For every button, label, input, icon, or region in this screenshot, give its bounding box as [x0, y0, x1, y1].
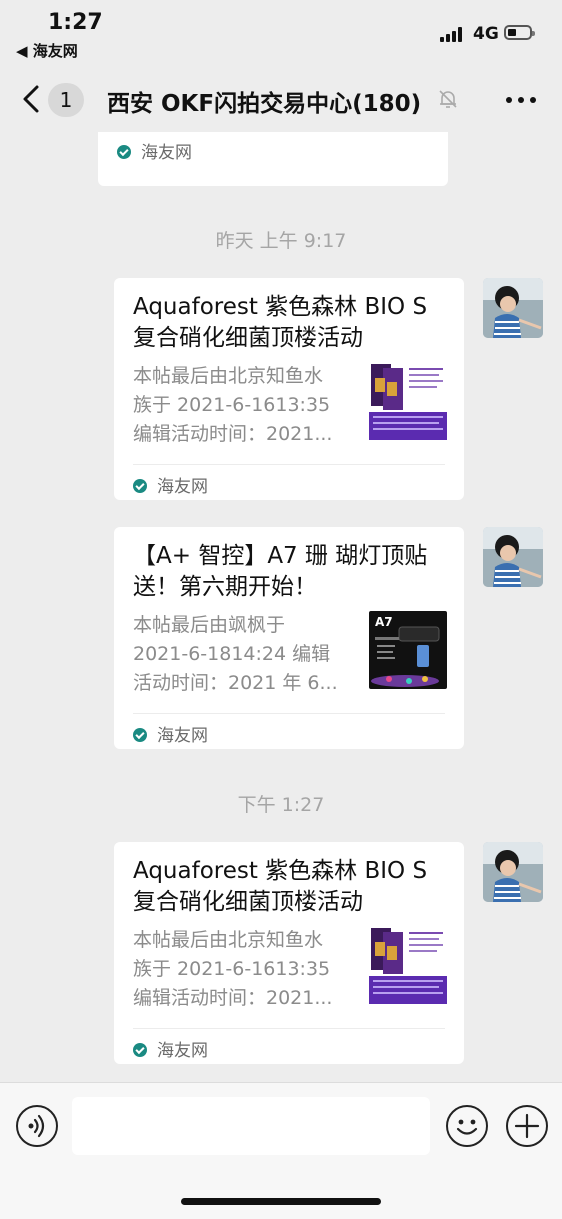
card-description: 本帖最后由北京知鱼水 族于 2021-6-1613:35 编辑活动时间：2021…: [133, 362, 353, 449]
card-title: Aquaforest 紫色森林 BIO S 复合硝化细菌顶楼活动: [133, 858, 428, 915]
product-thumbnail: [369, 926, 447, 1004]
avatar[interactable]: [483, 842, 543, 902]
product-thumbnail: [369, 362, 447, 440]
desc-line: 编辑活动时间：2021...: [133, 987, 333, 1009]
card-description: 本帖最后由飒枫于 2021-6-1814:24 编辑 活动时间：2021 年 6…: [133, 611, 353, 698]
back-to-app-link[interactable]: ◀ 海友网: [16, 40, 78, 61]
card-description: 本帖最后由北京知鱼水 族于 2021-6-1613:35 编辑活动时间：2021…: [133, 926, 353, 1013]
more-icon[interactable]: [506, 97, 536, 105]
home-indicator[interactable]: [181, 1198, 381, 1205]
unread-count-badge[interactable]: 1: [48, 83, 84, 117]
source-logo-icon: [133, 1043, 147, 1057]
chevron-left-icon[interactable]: [20, 84, 44, 114]
desc-line: 族于 2021-6-1613:35: [133, 394, 331, 416]
status-bar: 1:27 ◀ 海友网 4G: [0, 0, 562, 70]
chat-title: 西安 OKF闪拍交易中心(180): [107, 91, 422, 117]
product-thumbnail: A7: [369, 611, 447, 689]
timestamp: 昨天 上午 9:17: [215, 230, 347, 252]
message-input[interactable]: [72, 1097, 430, 1155]
message-card[interactable]: 【A+ 智控】A7 珊 瑚灯顶贴送！第六期开始！ 本帖最后由飒枫于 2021-6…: [114, 527, 464, 749]
status-time: 1:27: [48, 10, 103, 35]
card-source: 海友网: [133, 721, 208, 746]
source-label: 海友网: [157, 726, 208, 746]
voice-icon[interactable]: [16, 1105, 58, 1147]
chat-header: 1 西安 OKF闪拍交易中心(180): [0, 70, 562, 132]
smiley-face-icon: [456, 1119, 478, 1135]
bell-off-icon: [439, 90, 457, 108]
source-logo-icon: [133, 728, 147, 742]
desc-line: 2021-6-1814:24 编辑: [133, 643, 331, 665]
emoji-icon[interactable]: [446, 1105, 488, 1147]
desc-line: 本帖最后由北京知鱼水: [133, 365, 324, 387]
avatar[interactable]: [483, 278, 543, 338]
voice-waves-icon: [28, 1114, 45, 1138]
source-logo-icon: [117, 145, 131, 159]
message-card[interactable]: 海友网: [98, 132, 448, 186]
plus-icon[interactable]: [506, 1105, 548, 1147]
desc-line: 编辑活动时间：2021...: [133, 423, 333, 445]
desc-line: 本帖最后由飒枫于: [133, 614, 286, 636]
message-list[interactable]: 海友网 昨天 上午 9:17 Aquaforest 紫色森林 BIO S 复合硝…: [0, 132, 562, 1082]
card-source: 海友网: [117, 138, 192, 163]
source-label: 海友网: [141, 143, 192, 163]
card-title: 【A+ 智控】A7 珊 瑚灯顶贴送！第六期开始！: [133, 543, 428, 600]
message-card[interactable]: Aquaforest 紫色森林 BIO S 复合硝化细菌顶楼活动 本帖最后由北京…: [114, 842, 464, 1064]
message-card[interactable]: Aquaforest 紫色森林 BIO S 复合硝化细菌顶楼活动 本帖最后由北京…: [114, 278, 464, 500]
desc-line: 族于 2021-6-1613:35: [133, 958, 331, 980]
source-label: 海友网: [157, 477, 208, 497]
lamp-graphic: [371, 626, 440, 687]
network-type: 4G: [473, 24, 499, 44]
plus-symbol-icon: [514, 1113, 540, 1139]
source-logo-icon: [133, 479, 147, 493]
source-label: 海友网: [157, 1041, 208, 1061]
signal-icon: [440, 26, 466, 42]
desc-line: 活动时间：2021 年 6...: [133, 672, 338, 694]
card-source: 海友网: [133, 472, 208, 497]
card-source: 海友网: [133, 1036, 208, 1061]
card-title: Aquaforest 紫色森林 BIO S 复合硝化细菌顶楼活动: [133, 294, 428, 351]
avatar[interactable]: [483, 527, 543, 587]
battery-icon: [504, 25, 535, 40]
timestamp: 下午 1:27: [237, 794, 325, 816]
desc-line: 本帖最后由北京知鱼水: [133, 929, 324, 951]
